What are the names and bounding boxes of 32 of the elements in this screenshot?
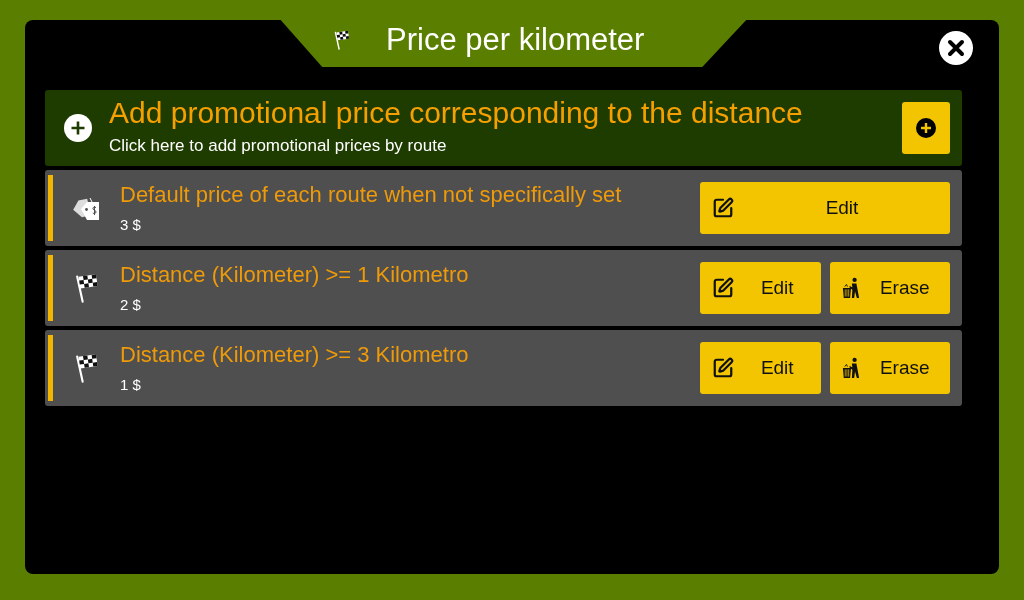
edit-icon xyxy=(712,277,734,299)
person-trash-icon xyxy=(841,277,860,299)
price-value: 2 $ xyxy=(120,294,142,315)
erase-button[interactable]: Erase xyxy=(829,262,950,314)
plus-icon xyxy=(64,114,92,142)
promotion-subtitle: Click here to add promotional prices by route xyxy=(109,136,448,156)
price-value: 1 $ xyxy=(120,374,142,395)
price-title: Default price of each route when not specifically set xyxy=(120,181,623,208)
edit-icon xyxy=(712,197,734,219)
plus-icon xyxy=(916,118,936,138)
row-accent-bar xyxy=(48,335,53,401)
price-title: Distance (Kilometer) >= 3 Kilometro xyxy=(120,341,470,368)
checkered-flag-icon xyxy=(74,273,99,303)
edit-button[interactable]: Edit xyxy=(700,182,950,234)
row-accent-bar xyxy=(48,255,53,321)
row-accent-bar xyxy=(48,175,53,241)
checkered-flag-icon xyxy=(74,353,99,383)
edit-icon xyxy=(712,357,734,379)
add-promotion-panel[interactable]: Add promotional price corresponding to the distance Click here to add promotional prices by route xyxy=(45,90,962,166)
price-title: Distance (Kilometer) >= 1 Kilometro xyxy=(120,261,470,288)
promotion-title: Add promotional price corresponding to the distance xyxy=(109,96,804,130)
edit-button[interactable]: Edit xyxy=(700,342,821,394)
erase-button[interactable]: Erase xyxy=(829,342,950,394)
edit-button[interactable]: Edit xyxy=(700,262,821,314)
checkered-flag-icon xyxy=(334,29,350,50)
close-icon xyxy=(939,31,973,65)
person-trash-icon xyxy=(841,357,860,379)
price-value: 3 $ xyxy=(120,214,142,235)
price-tags-icon xyxy=(71,195,102,221)
add-button[interactable] xyxy=(902,102,950,154)
close-button[interactable] xyxy=(939,31,973,65)
window-title: Price per kilometer xyxy=(386,24,645,55)
